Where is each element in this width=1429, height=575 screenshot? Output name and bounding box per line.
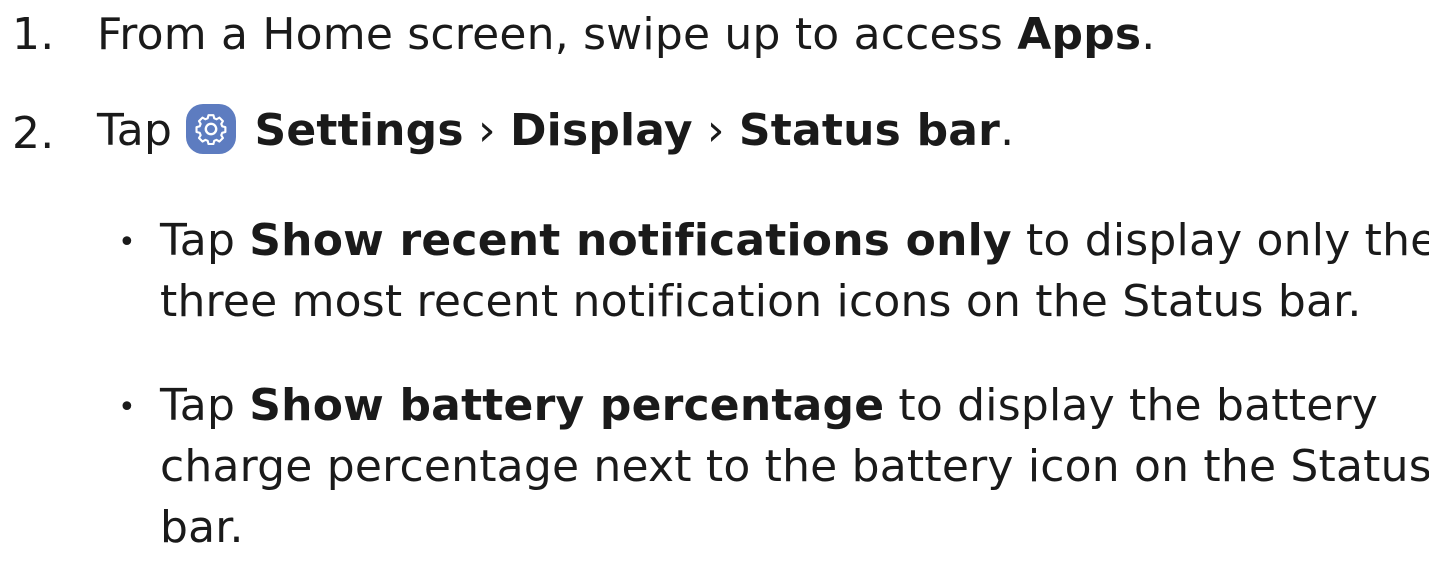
- step-1-lead: From a Home screen, swipe up to access: [97, 9, 1018, 60]
- display-label: Display: [509, 105, 693, 156]
- settings-label: Settings: [254, 105, 464, 156]
- bullet-2-line-3: bar.: [160, 502, 244, 553]
- bullet-2-line-2: charge percentage next to the battery ic…: [160, 441, 1429, 492]
- step-2-lead: Tap: [97, 105, 187, 156]
- bullet-2-line-1: Tap Show battery percentage to display t…: [160, 376, 1378, 436]
- path-separator: ›: [706, 105, 725, 156]
- step-1-period: .: [1141, 9, 1156, 60]
- bullet-marker: •: [118, 390, 136, 425]
- bullet-2-rest: to display the battery: [884, 380, 1378, 431]
- step-2-period: .: [1000, 105, 1015, 156]
- step-1-text: From a Home screen, swipe up to access A…: [97, 5, 1155, 65]
- bullet-1-line-2: three most recent notification icons on …: [160, 276, 1362, 327]
- step-2-text: Tap Settings › Display › Status bar.: [97, 101, 1014, 161]
- step-number-2: 2.: [12, 108, 55, 159]
- bullet-1-rest: to display only the: [1011, 215, 1429, 266]
- bullet-marker: •: [118, 225, 136, 260]
- step-number-1: 1.: [12, 9, 55, 60]
- show-battery-percentage-label: Show battery percentage: [249, 380, 885, 431]
- bullet-1-prefix: Tap: [160, 215, 250, 266]
- bullet-2-prefix: Tap: [160, 380, 250, 431]
- settings-gear-icon: [186, 104, 237, 154]
- apps-label: Apps: [1017, 9, 1142, 60]
- path-separator: ›: [477, 105, 496, 156]
- show-recent-notifications-label: Show recent notifications only: [249, 215, 1012, 266]
- bullet-1-line-1: Tap Show recent notifications only to di…: [160, 211, 1429, 271]
- status-bar-label: Status bar: [738, 105, 1001, 156]
